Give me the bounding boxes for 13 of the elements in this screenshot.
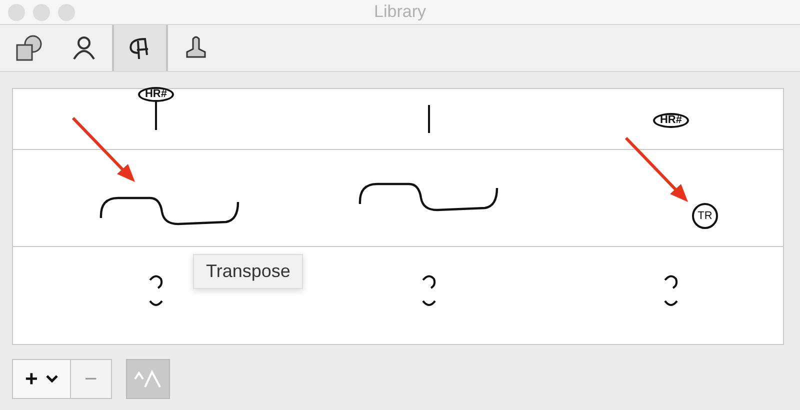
chevron-down-icon: [46, 375, 58, 383]
peaks-icon: [134, 369, 162, 389]
annotation-arrow: [71, 116, 134, 182]
annotation-arrow: [624, 136, 688, 202]
stem-mark: [154, 102, 157, 130]
symbol-label: HR#: [138, 87, 174, 102]
stem-mark: [428, 105, 430, 133]
window-title: Library: [374, 2, 426, 22]
trill-symbol: TR: [692, 203, 718, 229]
tooltip: Transpose: [193, 254, 304, 289]
toolbar-tab[interactable]: [112, 25, 168, 71]
toggle-button[interactable]: [126, 359, 170, 399]
symbol-label: HR#: [652, 113, 689, 128]
